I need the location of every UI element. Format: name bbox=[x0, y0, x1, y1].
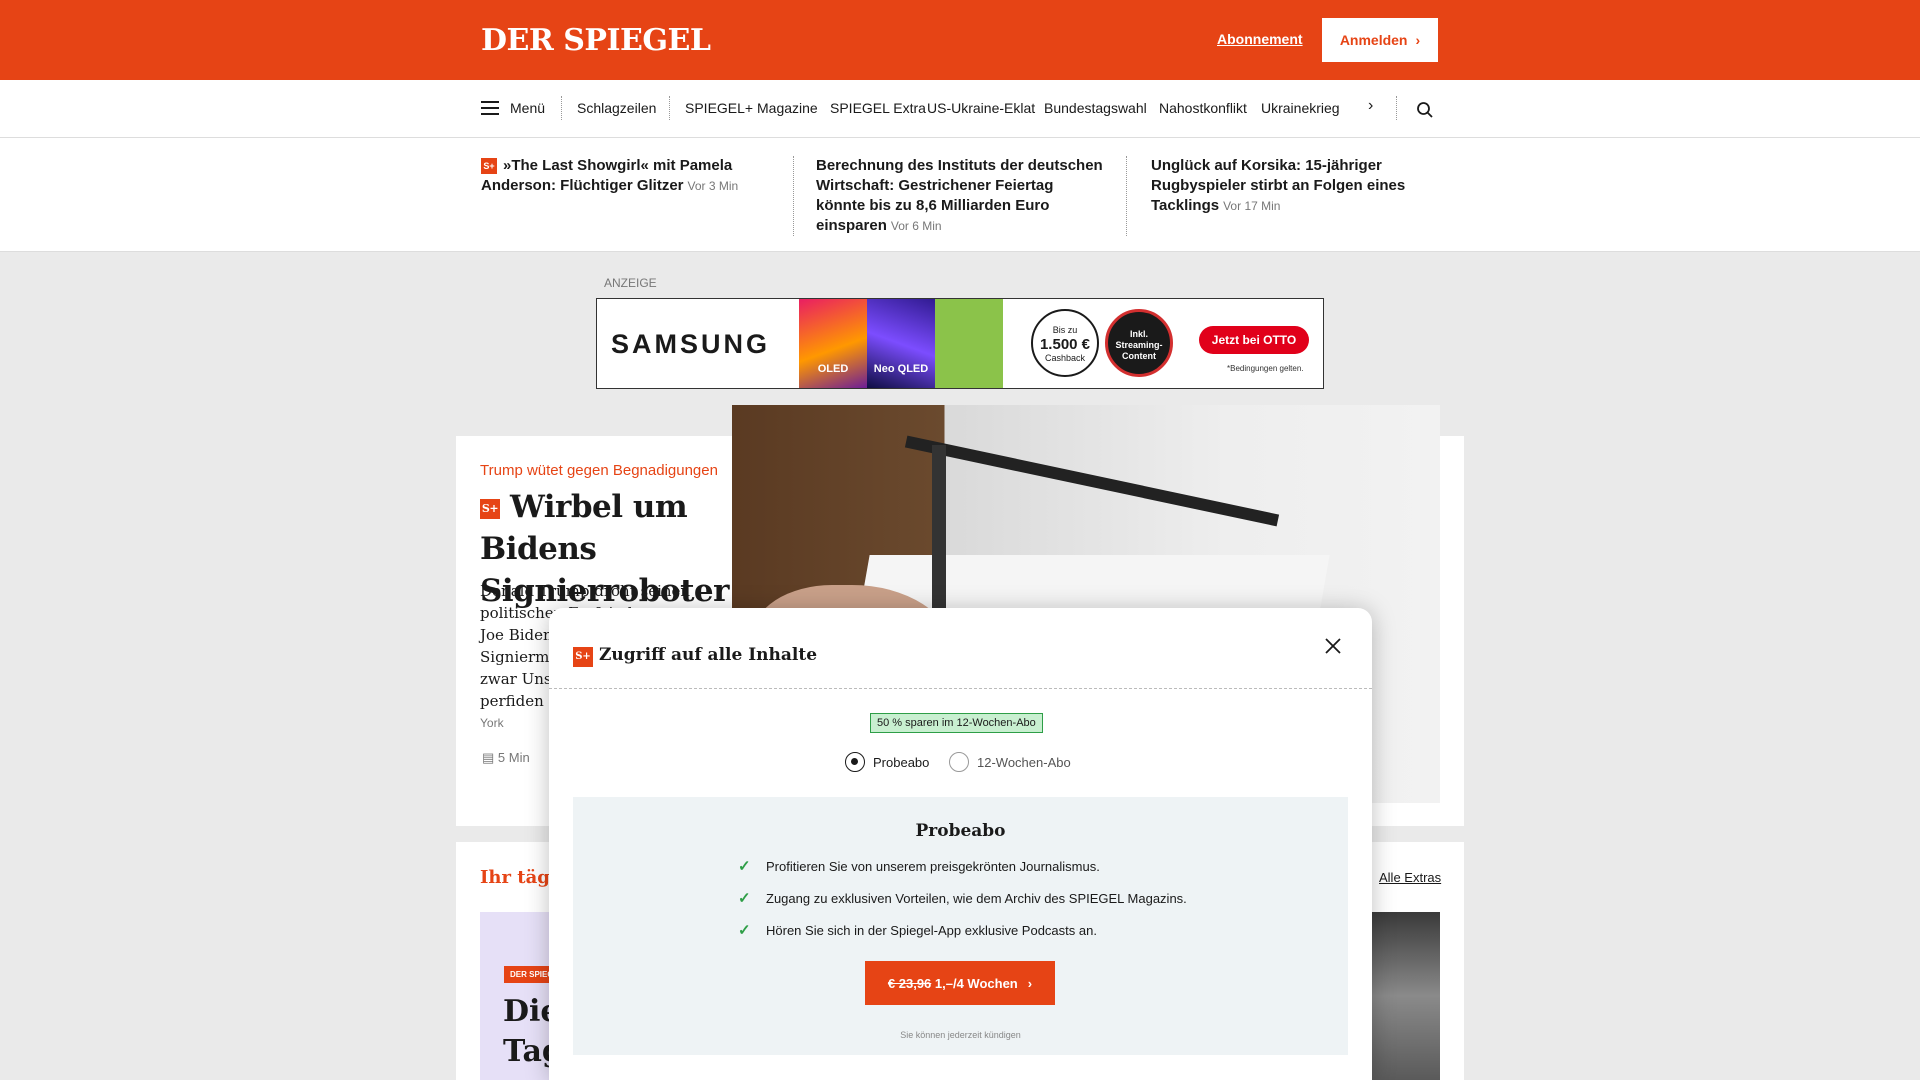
spiegel-plus-icon: S+ bbox=[573, 647, 593, 667]
close-icon[interactable] bbox=[1321, 634, 1345, 658]
nav-divider bbox=[561, 96, 562, 120]
radio-unselected[interactable] bbox=[949, 752, 969, 772]
teaser-item[interactable]: S+ »The Last Showgirl« mit Pamela Anderso… bbox=[481, 156, 771, 196]
abonnement-link[interactable]: Abonnement bbox=[1217, 31, 1303, 47]
teaser-title: Berechnung des Instituts der deutschen W… bbox=[816, 157, 1103, 234]
modal-title: S+ Zugriff auf alle Inhalte bbox=[573, 645, 817, 667]
ad-cashback-badge: Bis zu 1.500 € Cashback bbox=[1031, 309, 1099, 377]
ad-tv-label: Neo QLED bbox=[873, 363, 929, 375]
benefit-item: ✓ Zugang zu exklusiven Vorteilen, wie de… bbox=[738, 889, 1187, 907]
chevron-right-icon: › bbox=[1027, 975, 1033, 991]
cta-old-price: € 23,96 bbox=[887, 975, 932, 991]
login-button[interactable]: Anmelden › bbox=[1322, 18, 1438, 62]
benefit-text: Profitieren Sie von unserem preisgekrönt… bbox=[766, 858, 1100, 874]
ad-label: ANZEIGE bbox=[604, 276, 657, 290]
menu-icon[interactable] bbox=[481, 101, 499, 115]
document-icon: ▤ bbox=[482, 750, 495, 765]
extras-promo-image[interactable] bbox=[1372, 912, 1440, 1080]
samsung-ad-banner[interactable]: SAMSUNG OLED Neo QLED Bis zu 1.500 € Cas… bbox=[596, 298, 1324, 389]
nav-divider bbox=[669, 96, 670, 120]
radio-selected[interactable] bbox=[845, 752, 865, 772]
cta-price: € 23,96 1,–/4 Wochen bbox=[888, 976, 1018, 991]
nav-item-magazine[interactable]: Magazine bbox=[757, 100, 818, 116]
option-probeabo[interactable]: Probeabo bbox=[845, 752, 929, 772]
nav-item-spiegel-plus[interactable]: SPIEGEL+ bbox=[685, 100, 753, 116]
ad-streaming-badge: Inkl. Streaming-Content bbox=[1105, 309, 1173, 377]
nav-divider bbox=[1396, 96, 1397, 120]
option-label: 12-Wochen-Abo bbox=[977, 754, 1071, 770]
nav-scroll-right-icon[interactable]: › bbox=[1368, 97, 1373, 115]
teaser-item[interactable]: Unglück auf Korsika: 15-jähriger Rugbysp… bbox=[1151, 156, 1441, 216]
subscribe-button[interactable]: € 23,96 1,–/4 Wochen › bbox=[865, 961, 1055, 1005]
all-extras-link[interactable]: Alle Extras bbox=[1379, 870, 1441, 885]
benefit-text: Zugang zu exklusiven Vorteilen, wie dem … bbox=[766, 890, 1187, 906]
cta-new-price: 1,–/4 Wochen bbox=[934, 975, 1018, 991]
ad-tv-label: OLED bbox=[817, 363, 849, 375]
ad-otto-button[interactable]: Jetzt bei OTTO bbox=[1199, 326, 1309, 354]
spiegel-logo[interactable]: DER SPIEGEL bbox=[481, 23, 711, 58]
top-bar: DER SPIEGEL Abonnement Anmelden › bbox=[0, 0, 1920, 80]
teaser-time: Vor 3 Min bbox=[687, 179, 739, 193]
ad-fineprint: *Bedingungen gelten. bbox=[1227, 364, 1304, 373]
teaser-item[interactable]: Berechnung des Instituts der deutschen W… bbox=[816, 156, 1106, 236]
login-button-label: Anmelden bbox=[1339, 32, 1408, 48]
chevron-right-icon: › bbox=[1415, 32, 1421, 48]
main-nav: Menü Schlagzeilen SPIEGEL+ Magazine SPIE… bbox=[0, 80, 1920, 138]
benefit-item: ✓ Profitieren Sie von unserem preisgekrö… bbox=[738, 857, 1100, 875]
plan-panel: Probeabo ✓ Profitieren Sie von unserem p… bbox=[573, 797, 1348, 1055]
ad-cashback-bottom: Cashback bbox=[1044, 353, 1086, 363]
savings-badge: 50 % sparen im 12-Wochen-Abo bbox=[870, 713, 1043, 733]
option-12-wochen-abo[interactable]: 12-Wochen-Abo bbox=[949, 752, 1071, 772]
cancel-note: Sie können jederzeit kündigen bbox=[900, 1030, 1021, 1040]
benefit-text: Hören Sie sich in der Spiegel-App exklus… bbox=[766, 922, 1097, 938]
ad-cashback-top: Bis zu bbox=[1052, 325, 1078, 335]
teaser-divider bbox=[1126, 156, 1127, 236]
subscription-modal: S+ Zugriff auf alle Inhalte 50 % sparen i… bbox=[549, 608, 1372, 1080]
nav-item-spiegel-extra[interactable]: SPIEGEL Extra bbox=[830, 100, 926, 116]
latest-news-strip: S+ »The Last Showgirl« mit Pamela Anderso… bbox=[0, 138, 1920, 252]
plan-title: Probeabo bbox=[915, 821, 1006, 841]
check-icon: ✓ bbox=[738, 858, 751, 875]
nav-item-schlagzeilen[interactable]: Schlagzeilen bbox=[577, 100, 656, 116]
search-icon[interactable] bbox=[1416, 101, 1434, 119]
nav-item-ukrainekrieg[interactable]: Ukrainekrieg bbox=[1261, 100, 1340, 116]
read-time-value: 5 Min bbox=[497, 750, 530, 765]
nav-item-us-ukraine[interactable]: US-Ukraine-Eklat bbox=[927, 100, 1035, 116]
ad-tv-image: Neo QLED bbox=[867, 299, 935, 388]
modal-title-text: Zugriff auf alle Inhalte bbox=[599, 645, 818, 665]
spiegel-plus-icon: S+ bbox=[480, 499, 500, 519]
benefit-item: ✓ Hören Sie sich in der Spiegel-App exkl… bbox=[738, 921, 1097, 939]
option-label: Probeabo bbox=[873, 754, 930, 770]
ad-product-image bbox=[935, 299, 1003, 388]
check-icon: ✓ bbox=[738, 922, 751, 939]
ad-tv-image: OLED bbox=[799, 299, 867, 388]
ad-brand: SAMSUNG bbox=[611, 329, 771, 359]
article-author: York bbox=[480, 716, 504, 730]
modal-divider bbox=[549, 688, 1372, 689]
check-icon: ✓ bbox=[738, 890, 751, 907]
teaser-time: Vor 17 Min bbox=[1223, 199, 1281, 213]
ad-cashback-amount: 1.500 € bbox=[1039, 336, 1091, 353]
spiegel-plus-icon: S+ bbox=[481, 158, 497, 174]
nav-item-nahostkonflikt[interactable]: Nahostkonflikt bbox=[1159, 100, 1247, 116]
teaser-time: Vor 6 Min bbox=[890, 219, 942, 233]
article-kicker: Trump wütet gegen Begnadigungen bbox=[480, 462, 718, 479]
teaser-divider bbox=[793, 156, 794, 236]
nav-menu[interactable]: Menü bbox=[510, 100, 545, 116]
nav-item-bundestagswahl[interactable]: Bundestagswahl bbox=[1044, 100, 1147, 116]
article-read-time: ▤ 5 Min bbox=[482, 750, 530, 766]
